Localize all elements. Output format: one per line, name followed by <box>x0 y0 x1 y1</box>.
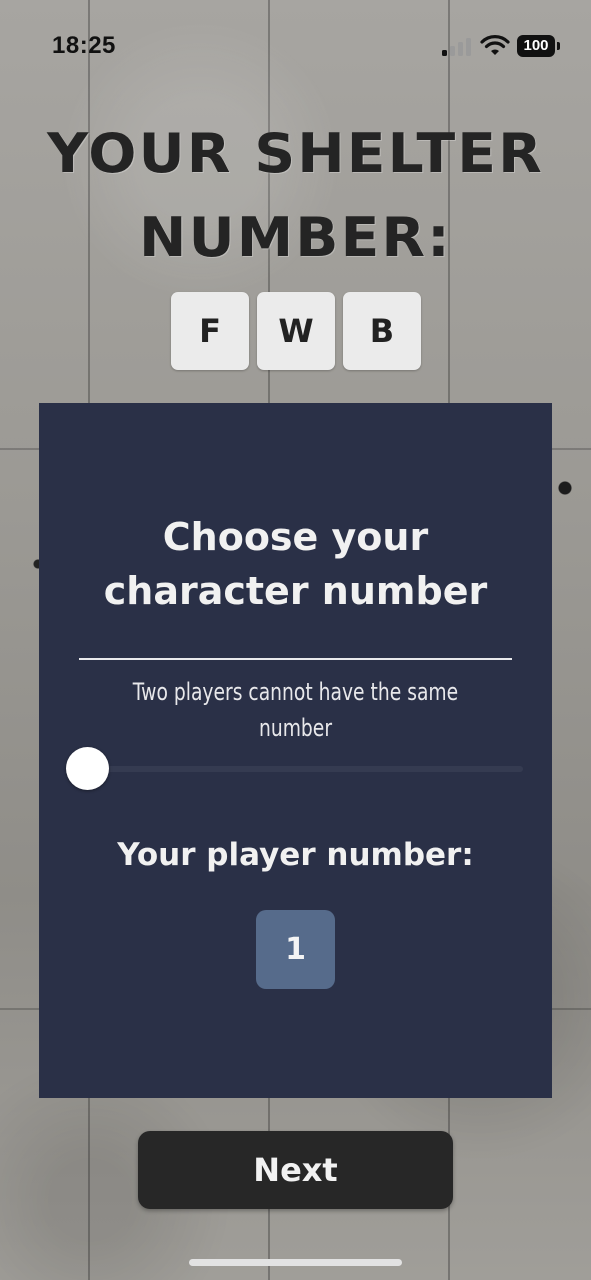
shelter-title: YOUR SHELTER NUMBER: <box>0 112 591 280</box>
shelter-code-letter: F <box>171 292 249 370</box>
wifi-icon <box>480 35 510 57</box>
player-number-label: Your player number: <box>117 837 474 873</box>
shelter-code: F W B <box>171 292 421 372</box>
character-number-panel <box>39 403 552 1098</box>
player-number-slider[interactable] <box>67 766 523 772</box>
shelter-title-line-2: NUMBER: <box>139 206 452 269</box>
next-button[interactable]: Next <box>138 1131 453 1209</box>
battery-icon: 100 <box>517 35 561 57</box>
divider <box>79 658 512 660</box>
panel-heading-line-2: character number <box>103 569 488 613</box>
home-indicator <box>189 1259 402 1266</box>
battery-level: 100 <box>517 35 555 57</box>
panel-heading-line-1: Choose your <box>162 515 429 559</box>
slider-thumb[interactable] <box>66 747 109 790</box>
status-time: 18:25 <box>52 32 116 59</box>
shelter-code-letter: W <box>257 292 335 370</box>
shelter-title-line-1: YOUR SHELTER <box>47 122 544 185</box>
hint-text: Two players cannot have the same number <box>132 678 459 742</box>
status-bar: 18:25 100 <box>0 0 591 90</box>
cellular-signal-icon <box>442 36 472 56</box>
shelter-code-letter: B <box>343 292 421 370</box>
panel-heading: Choose your character number <box>39 510 552 618</box>
player-number-value: 1 <box>256 910 335 989</box>
